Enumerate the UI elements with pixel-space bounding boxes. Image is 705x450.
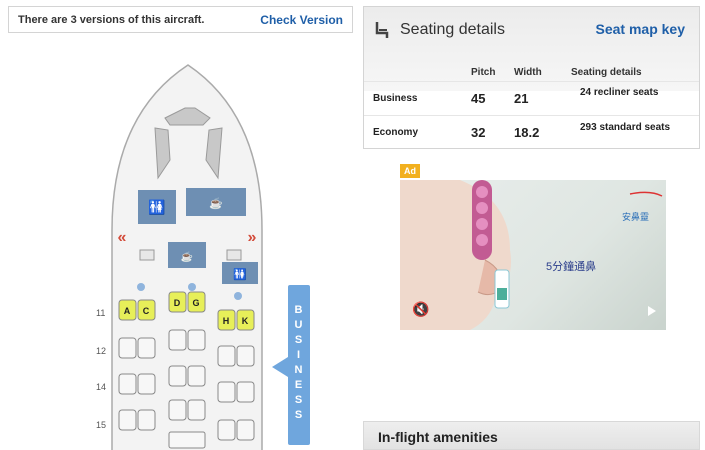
cabin-label-letter: S: [294, 409, 304, 421]
seating-header: [364, 7, 699, 91]
seat: [217, 381, 236, 403]
seat: [118, 337, 137, 359]
cabin-label-letter: B: [294, 304, 304, 316]
seat-details-value: 293 standard seats: [580, 122, 671, 133]
cabin-label-letter: E: [294, 379, 304, 391]
seating-title: Seating details: [400, 21, 505, 38]
seating-details-panel: Seating details Seat map key Pitch Width…: [363, 6, 700, 149]
seat: [118, 373, 137, 395]
col-seating-details: Seating details: [571, 67, 642, 78]
seat: [168, 329, 187, 351]
seat: [168, 399, 187, 421]
seat: [187, 399, 206, 421]
seat-label: A: [124, 306, 131, 316]
play-icon: [648, 306, 656, 316]
lavatory-icon-2: 🚻: [233, 268, 247, 281]
bassinet-icon: [188, 283, 196, 291]
cabin-label-text: BUSINESS: [288, 303, 310, 423]
bassinet-icon: [137, 283, 145, 291]
seat-label: K: [242, 316, 249, 326]
seat: [187, 329, 206, 351]
seat-label: C: [143, 306, 150, 316]
width-value: 21: [514, 91, 529, 106]
row-number: 14: [96, 382, 107, 392]
seat: [137, 409, 156, 431]
seat: [217, 419, 236, 441]
seat-label: H: [223, 316, 230, 326]
seat: [236, 345, 255, 367]
seat: [187, 365, 206, 387]
mute-icon: 🔇: [412, 301, 429, 318]
advertisement[interactable]: Ad 🔇 安鼻靈 5分鐘通鼻: [400, 164, 666, 330]
seat: [137, 373, 156, 395]
lavatory-icon: 🚻: [148, 199, 165, 216]
pitch-value: 32: [471, 125, 486, 140]
cabin-label-letter: S: [294, 334, 304, 346]
seat: [168, 365, 187, 387]
seat: [236, 419, 255, 441]
cabin-pointer: [272, 357, 288, 377]
seat: [137, 337, 156, 359]
width-value: 18.2: [514, 125, 540, 140]
inflight-amenities-header[interactable]: In-flight amenities: [363, 421, 700, 450]
seat: [217, 345, 236, 367]
bassinet-icon: [234, 292, 242, 300]
exit-right-icon: »: [248, 229, 257, 246]
seat: [168, 431, 206, 449]
check-version-link[interactable]: Check Version: [260, 13, 343, 27]
pitch-value: 45: [471, 91, 486, 106]
coffee-icon-2: ☕: [181, 250, 193, 263]
seat-label: D: [174, 298, 181, 308]
ad-image[interactable]: 🔇 安鼻靈 5分鐘通鼻: [400, 180, 666, 330]
cabin-label-business[interactable]: BUSINESS: [288, 285, 310, 445]
seat-icon: [375, 22, 389, 38]
cabin-label-letter: U: [294, 319, 304, 331]
exit-left-icon: «: [118, 229, 127, 246]
divider: [364, 115, 699, 116]
aircraft-versions-text: There are 3 versions of this aircraft.: [18, 14, 205, 26]
row-number: 12: [96, 346, 107, 356]
seat-map-key-link[interactable]: Seat map key: [596, 21, 686, 37]
ad-caption: 5分鐘通鼻: [546, 261, 597, 273]
row-number: 11: [96, 308, 106, 318]
seat-label: G: [192, 298, 199, 308]
row-number: 15: [96, 420, 107, 430]
divider: [364, 81, 699, 82]
ad-illustration: 🔇: [400, 180, 663, 330]
closet-left: [139, 249, 155, 261]
coffee-icon: ☕: [209, 196, 223, 210]
class-name: Economy: [373, 127, 419, 138]
cabin-label-letter: I: [296, 349, 302, 361]
seat: [118, 409, 137, 431]
ad-brand: 安鼻靈: [622, 212, 650, 222]
col-width: Width: [514, 67, 542, 78]
cabin-label-letter: N: [294, 364, 304, 376]
inflight-amenities-title: In-flight amenities: [378, 429, 498, 445]
closet-right: [226, 249, 242, 261]
ad-badge: Ad: [400, 164, 420, 178]
col-pitch: Pitch: [471, 67, 496, 78]
class-name: Business: [373, 93, 418, 104]
seat: [236, 381, 255, 403]
seat-details-value: 24 recliner seats: [580, 87, 659, 98]
cabin-label-letter: S: [294, 394, 304, 406]
aircraft-versions-bar: There are 3 versions of this aircraft. C…: [8, 6, 353, 33]
